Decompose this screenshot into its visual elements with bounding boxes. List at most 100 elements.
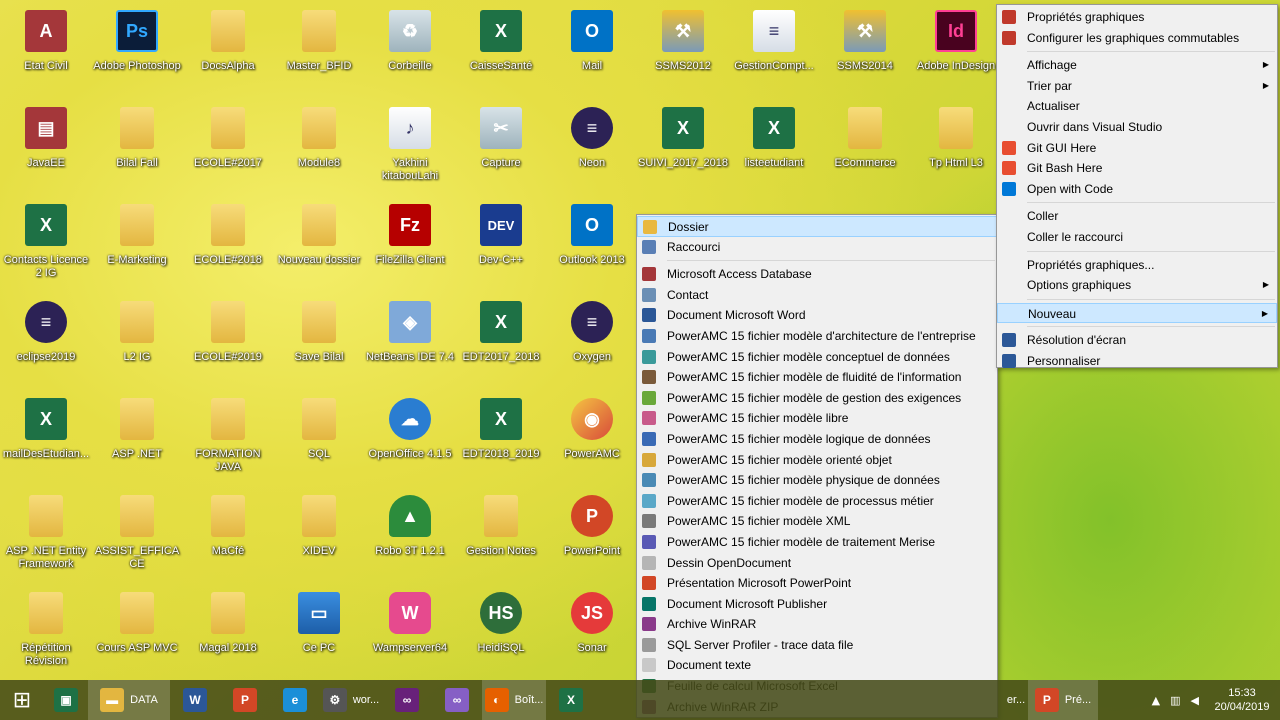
desktop-icon[interactable]: ◉ PowerAMC	[546, 392, 638, 486]
desktop-icon[interactable]: ▭ Ce PC	[273, 586, 365, 680]
taskbar-button[interactable]: P Pré...	[1028, 680, 1098, 720]
desktop-icon[interactable]: Magal 2018	[182, 586, 274, 680]
desktop-menu-item[interactable]: Coller	[997, 206, 1277, 227]
desktop-icon[interactable]: MaCfé	[182, 489, 274, 583]
desktop-menu-item[interactable]: Actualiser	[997, 96, 1277, 117]
desktop-icon[interactable]: ECOLE#2018	[182, 198, 274, 292]
taskbar-button[interactable]: ◐ Boît...	[482, 680, 546, 720]
new-submenu-item[interactable]: PowerAMC 15 fichier modèle physique de d…	[637, 470, 997, 491]
taskbar-button[interactable]: e	[270, 680, 320, 720]
taskbar-button[interactable]: X	[546, 680, 596, 720]
desktop-icon[interactable]: ECOLE#2017	[182, 101, 274, 195]
new-submenu-item[interactable]: Document Microsoft Publisher	[637, 594, 997, 615]
new-submenu-item[interactable]: PowerAMC 15 fichier modèle conceptuel de…	[637, 347, 997, 368]
desktop-icon[interactable]: ☁ OpenOffice 4.1.5	[364, 392, 456, 486]
taskbar-button[interactable]: W	[170, 680, 220, 720]
taskbar-button[interactable]: er...	[998, 680, 1028, 720]
desktop-menu-item[interactable]: Configurer les graphiques commutables	[997, 28, 1277, 49]
desktop-menu-item[interactable]: Propriétés graphiques	[997, 7, 1277, 28]
new-submenu-item[interactable]: PowerAMC 15 fichier modèle orienté objet	[637, 450, 997, 471]
desktop-icon[interactable]: Tp Html L3	[910, 101, 1002, 195]
desktop-icon[interactable]: DEV Dev-C++	[455, 198, 547, 292]
desktop-icon[interactable]: Module8	[273, 101, 365, 195]
desktop-menu-item[interactable]: Git GUI Here	[997, 138, 1277, 159]
desktop-icon[interactable]: ASSIST_EFFICACE	[91, 489, 183, 583]
desktop-icon[interactable]: ▲ Robo 3T 1.2.1	[364, 489, 456, 583]
new-submenu-item[interactable]: PowerAMC 15 fichier modèle de fluidité d…	[637, 367, 997, 388]
desktop-icon[interactable]: O Outlook 2013	[546, 198, 638, 292]
desktop-icon[interactable]: Bilal Fall	[91, 101, 183, 195]
desktop-icon[interactable]: JS Sonar	[546, 586, 638, 680]
desktop-icon[interactable]: X SUIVI_2017_2018	[637, 101, 729, 195]
new-submenu-item[interactable]: Document texte	[637, 655, 997, 676]
desktop-icon[interactable]: ≡ eclipse2019	[0, 295, 92, 389]
desktop-icon[interactable]: Cours ASP MVC	[91, 586, 183, 680]
desktop-icon[interactable]: DocsAlpha	[182, 4, 274, 98]
new-submenu-item[interactable]: PowerAMC 15 fichier modèle de traitement…	[637, 532, 997, 553]
volume-icon[interactable]: ◀	[1191, 694, 1199, 707]
new-submenu-item[interactable]: PowerAMC 15 fichier modèle de gestion de…	[637, 388, 997, 409]
desktop-icon[interactable]: FORMATION JAVA	[182, 392, 274, 486]
desktop-icon[interactable]: ♻ Corbeille	[364, 4, 456, 98]
desktop-icon[interactable]: ECommerce	[819, 101, 911, 195]
desktop-icon[interactable]: SQL	[273, 392, 365, 486]
desktop-icon[interactable]: Xlisteetudiant	[728, 101, 820, 195]
taskbar-button[interactable]: ∞	[382, 680, 432, 720]
taskbar-button[interactable]: ▣	[44, 680, 88, 720]
taskbar-button[interactable]: P	[220, 680, 270, 720]
new-submenu-item[interactable]: PowerAMC 15 fichier modèle logique de do…	[637, 429, 997, 450]
desktop-menu-item[interactable]: Open with Code	[997, 179, 1277, 200]
desktop-menu-item[interactable]: Affichage ▶	[997, 55, 1277, 76]
desktop-icon[interactable]: XIDEV	[273, 489, 365, 583]
desktop-icon[interactable]: L2 IG	[91, 295, 183, 389]
desktop-icon[interactable]: Id Adobe InDesign	[910, 4, 1002, 98]
desktop-menu-item[interactable]: Git Bash Here	[997, 158, 1277, 179]
desktop-icon[interactable]: P PowerPoint	[546, 489, 638, 583]
new-submenu-item[interactable]: Document Microsoft Word	[637, 305, 997, 326]
desktop-menu-item[interactable]: Propriétés graphiques...	[997, 255, 1277, 276]
desktop-icon[interactable]: X EDT2017_2018	[455, 295, 547, 389]
desktop-menu-item[interactable]: Ouvrir dans Visual Studio	[997, 117, 1277, 138]
new-submenu-item[interactable]: PowerAMC 15 fichier modèle XML	[637, 511, 997, 532]
desktop-icon[interactable]: ♪ Yakhini kitabouLahi	[364, 101, 456, 195]
desktop-icon[interactable]: HS HeidiSQL	[455, 586, 547, 680]
desktop-icon[interactable]: ◈ NetBeans IDE 7.4	[364, 295, 456, 389]
new-submenu-item[interactable]: PowerAMC 15 fichier modèle libre	[637, 408, 997, 429]
taskbar-button[interactable]: ▬ DATA	[88, 680, 170, 720]
desktop-icon[interactable]: ≡ Oxygen	[546, 295, 638, 389]
desktop-menu-item[interactable]: Options graphiques ▶	[997, 275, 1277, 296]
desktop-icon[interactable]: Gestion Notes	[455, 489, 547, 583]
desktop-icon[interactable]: Nouveau dossier	[273, 198, 365, 292]
new-submenu-item[interactable]: Dossier	[637, 216, 997, 237]
desktop-icon[interactable]: ✂ Capture	[455, 101, 547, 195]
desktop-icon[interactable]: X Contacts Licence 2 IG	[0, 198, 92, 292]
desktop-icon[interactable]: Save Bilal	[273, 295, 365, 389]
desktop-icon[interactable]: W Wampserver64	[364, 586, 456, 680]
desktop-icon[interactable]: ▤ JavaEE	[0, 101, 92, 195]
desktop-icon[interactable]: ≡ GestionCompt...	[728, 4, 820, 98]
taskbar-button[interactable]: ⚙ wor...	[320, 680, 382, 720]
clock[interactable]: 15:33 20/04/2019	[1204, 686, 1280, 714]
desktop-icon[interactable]: O Mail	[546, 4, 638, 98]
desktop-icon[interactable]: E-Marketing	[91, 198, 183, 292]
new-submenu-item[interactable]: SQL Server Profiler - trace data file	[637, 635, 997, 656]
network-icon[interactable]: ▥	[1170, 694, 1180, 707]
desktop-icon[interactable]: Fz FileZilla Client	[364, 198, 456, 292]
desktop-menu-item[interactable]: Personnaliser	[997, 351, 1277, 372]
desktop-icon[interactable]: X CaisseSanté	[455, 4, 547, 98]
desktop-icon[interactable]: Ps Adobe Photoshop	[91, 4, 183, 98]
new-submenu-item[interactable]: Raccourci	[637, 237, 997, 258]
desktop-menu-item[interactable]: Résolution d'écran	[997, 330, 1277, 351]
desktop-icon[interactable]: ECOLE#2019	[182, 295, 274, 389]
new-submenu-item[interactable]: Présentation Microsoft PowerPoint	[637, 573, 997, 594]
new-submenu-item[interactable]: Microsoft Access Database	[637, 264, 997, 285]
desktop-icon[interactable]: ASP .NET Entity Framework	[0, 489, 92, 583]
desktop-icon[interactable]: ≡ Neon	[546, 101, 638, 195]
taskbar-button[interactable]: ∞	[432, 680, 482, 720]
desktop-icon[interactable]: ⚒ SSMS2012	[637, 4, 729, 98]
taskbar-button[interactable]: ⊞	[0, 680, 44, 720]
desktop-icon[interactable]: X EDT2018_2019	[455, 392, 547, 486]
new-submenu-item[interactable]: Contact	[637, 285, 997, 306]
desktop-icon[interactable]: ⚒ SSMS2014	[819, 4, 911, 98]
desktop-menu-item[interactable]: Trier par ▶	[997, 76, 1277, 97]
